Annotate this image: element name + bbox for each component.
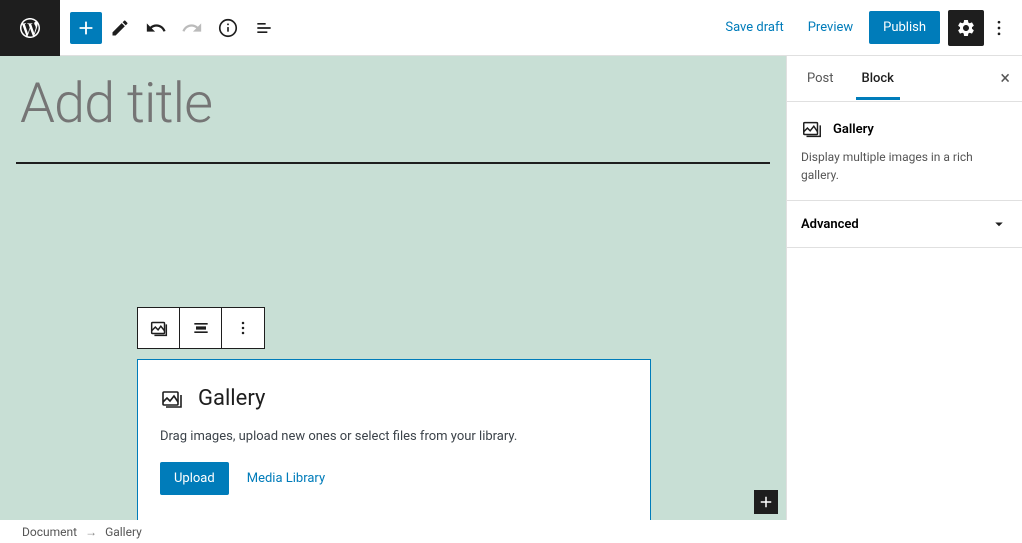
plus-icon <box>75 17 97 39</box>
media-library-button[interactable]: Media Library <box>247 471 325 486</box>
redo-icon <box>181 17 203 39</box>
post-title-input[interactable]: Add title <box>0 56 786 156</box>
block-toolbar <box>137 307 265 349</box>
editor-canvas[interactable]: Add title Gallery Drag images, upload ne… <box>0 56 786 520</box>
wordpress-logo[interactable] <box>0 0 60 56</box>
gallery-block-description: Drag images, upload new ones or select f… <box>160 429 628 444</box>
align-button[interactable] <box>180 308 222 348</box>
sidebar-block-name: Gallery <box>833 122 874 137</box>
settings-sidebar: Post Block × Gallery Display multiple im… <box>786 56 1022 520</box>
breadcrumb: Document → Gallery <box>0 520 1022 543</box>
gallery-block[interactable]: Gallery Drag images, upload new ones or … <box>137 359 651 520</box>
upload-button[interactable]: Upload <box>160 462 229 495</box>
breadcrumb-current[interactable]: Gallery <box>105 525 142 539</box>
edit-mode-button[interactable] <box>102 10 138 46</box>
gallery-icon <box>148 317 170 339</box>
redo-button[interactable] <box>174 10 210 46</box>
gallery-header: Gallery <box>160 386 628 411</box>
settings-button[interactable] <box>948 10 984 46</box>
sidebar-block-description: Display multiple images in a rich galler… <box>801 148 1008 184</box>
gallery-actions: Upload Media Library <box>160 462 628 495</box>
block-info-panel: Gallery Display multiple images in a ric… <box>787 102 1022 201</box>
sidebar-tabs: Post Block × <box>787 56 1022 102</box>
gear-icon <box>956 18 976 38</box>
gallery-block-title: Gallery <box>198 386 265 411</box>
gallery-icon <box>801 118 823 140</box>
inserter-float-button[interactable] <box>754 490 778 514</box>
chevron-right-icon: → <box>85 525 97 539</box>
chevron-down-icon <box>990 215 1008 233</box>
more-options-button[interactable] <box>984 10 1014 46</box>
preview-button[interactable]: Preview <box>796 12 865 43</box>
pencil-icon <box>110 18 130 38</box>
tab-post[interactable]: Post <box>801 57 840 100</box>
plus-icon <box>757 493 775 511</box>
block-type-button[interactable] <box>138 308 180 348</box>
block-more-button[interactable] <box>222 308 264 348</box>
gallery-icon <box>160 387 184 411</box>
list-icon <box>254 18 274 38</box>
main-area: Add title Gallery Drag images, upload ne… <box>0 56 1022 520</box>
wordpress-icon <box>18 16 42 40</box>
more-vertical-icon <box>989 18 1009 38</box>
info-button[interactable] <box>210 10 246 46</box>
more-vertical-icon <box>233 318 253 338</box>
outline-button[interactable] <box>246 10 282 46</box>
publish-button[interactable]: Publish <box>869 11 940 44</box>
top-toolbar: Save draft Preview Publish <box>0 0 1022 56</box>
advanced-panel[interactable]: Advanced <box>787 201 1022 248</box>
undo-icon <box>145 17 167 39</box>
info-icon <box>217 17 239 39</box>
undo-button[interactable] <box>138 10 174 46</box>
breadcrumb-root[interactable]: Document <box>22 525 77 539</box>
separator-block[interactable] <box>16 162 770 164</box>
add-block-button[interactable] <box>70 12 102 44</box>
close-sidebar-button[interactable]: × <box>1000 68 1010 89</box>
save-draft-button[interactable]: Save draft <box>713 12 795 43</box>
align-wide-icon <box>191 318 211 338</box>
advanced-panel-title: Advanced <box>801 217 859 232</box>
tab-block[interactable]: Block <box>856 57 900 100</box>
